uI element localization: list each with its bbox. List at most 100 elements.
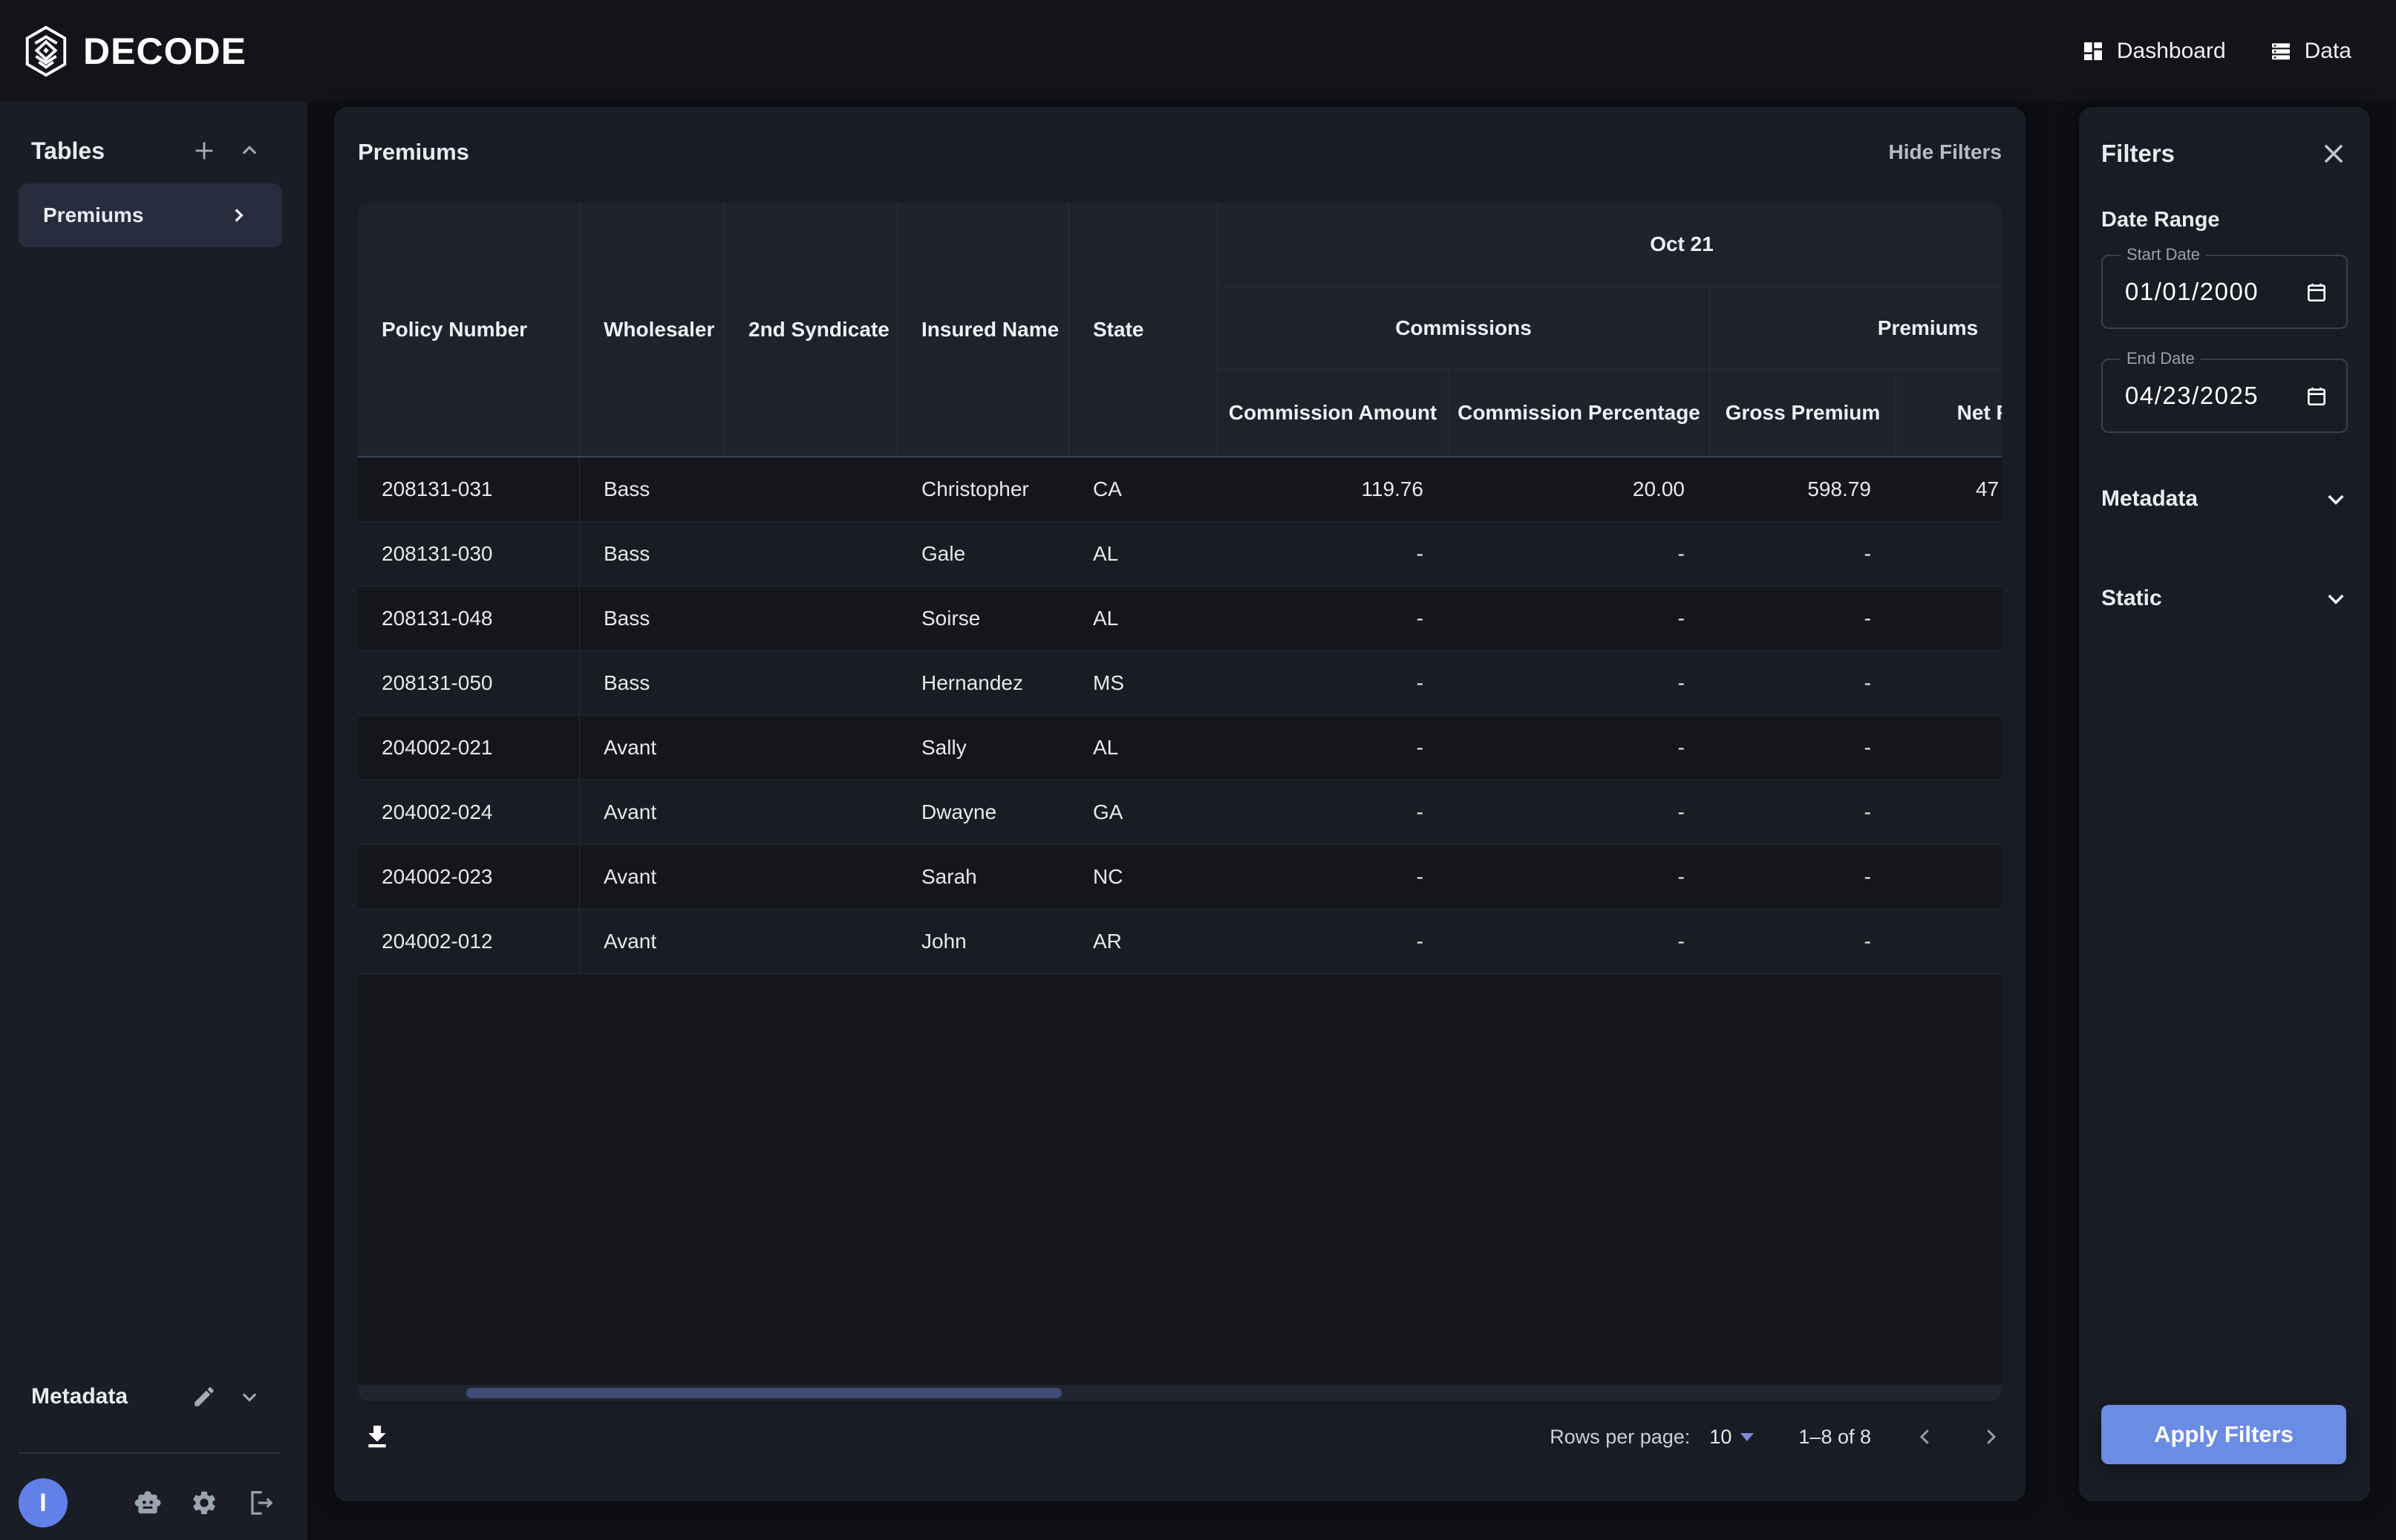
table-cell: Avant — [580, 845, 725, 909]
assistant-robot-icon[interactable] — [134, 1489, 162, 1517]
column-header[interactable]: Policy Number — [358, 203, 580, 456]
table-cell: AL — [1069, 522, 1218, 586]
group-header-oct21[interactable]: Oct 21 — [1218, 203, 2002, 287]
column-header[interactable]: Insured Name — [898, 203, 1069, 456]
subgroup-header-commissions[interactable]: Commissions — [1218, 287, 1710, 370]
calendar-icon[interactable] — [2305, 385, 2328, 408]
nav-data[interactable]: Data — [2269, 39, 2351, 64]
calendar-icon[interactable] — [2305, 281, 2328, 304]
table-cell — [1896, 651, 2002, 715]
add-table-icon[interactable] — [192, 138, 217, 163]
apply-filters-button[interactable]: Apply Filters — [2101, 1405, 2346, 1464]
table-cell: CA — [1069, 457, 1218, 521]
table-row[interactable]: 204002-012AvantJohnAR--- — [358, 910, 2002, 974]
table-cell: 204002-021 — [358, 716, 580, 780]
table-cell: AL — [1069, 587, 1218, 650]
table-cell: - — [1710, 651, 1896, 715]
table-cell: Dwayne — [898, 780, 1069, 844]
chevron-down-icon — [2324, 587, 2348, 610]
premiums-card: Premiums Hide Filters Policy NumberWhole… — [334, 107, 2025, 1501]
avatar-initial: I — [39, 1489, 46, 1518]
table-cell — [725, 910, 898, 973]
column-header[interactable]: Net Premium — [1896, 370, 2002, 456]
chevron-down-icon — [2324, 487, 2348, 511]
column-header[interactable]: Commission Percentage — [1449, 370, 1710, 456]
sidebar-item-label: Premiums — [43, 203, 143, 227]
sidebar-divider — [19, 1452, 281, 1454]
hide-filters-button[interactable]: Hide Filters — [1889, 140, 2002, 164]
logout-icon[interactable] — [247, 1489, 275, 1517]
table-cell: - — [1710, 780, 1896, 844]
table-cell — [1896, 780, 2002, 844]
user-avatar[interactable]: I — [19, 1478, 68, 1527]
table-body: 208131-031BassChristopherCA119.7620.0059… — [358, 456, 2002, 974]
chevron-right-icon — [229, 206, 248, 225]
table-cell — [725, 651, 898, 715]
table-cell: Sally — [898, 716, 1069, 780]
table-row[interactable]: 208131-048BassSoirseAL--- — [358, 587, 2002, 651]
table-cell — [725, 522, 898, 586]
sidebar-item-premiums[interactable]: Premiums — [19, 183, 282, 247]
rows-per-page-value[interactable]: 10 — [1709, 1426, 1731, 1449]
table-cell: - — [1218, 780, 1449, 844]
rows-per-page-caret-icon[interactable] — [1740, 1433, 1754, 1441]
table-cell: AR — [1069, 910, 1218, 973]
metadata-header: Metadata — [31, 1384, 128, 1409]
table-cell: Gale — [898, 522, 1069, 586]
table-cell: - — [1710, 716, 1896, 780]
column-header[interactable]: Gross Premium — [1710, 370, 1896, 456]
table-cell: 208131-031 — [358, 457, 580, 521]
end-date-field[interactable]: End Date 04/23/2025 — [2101, 359, 2348, 433]
table-cell — [725, 845, 898, 909]
column-header[interactable]: 2nd Syndicate — [725, 203, 898, 456]
filters-panel: Filters Date Range Start Date 01/01/2000… — [2079, 107, 2370, 1501]
table-cell — [725, 457, 898, 521]
table-row[interactable]: 204002-021AvantSallyAL--- — [358, 716, 2002, 780]
horizontal-scrollbar[interactable] — [358, 1385, 2002, 1401]
start-date-value[interactable]: 01/01/2000 — [2103, 278, 2259, 306]
table-cell: 204002-024 — [358, 780, 580, 844]
table-cell: Avant — [580, 780, 725, 844]
download-icon[interactable] — [362, 1422, 392, 1452]
column-header[interactable]: State — [1069, 203, 1218, 456]
next-page-icon[interactable] — [1979, 1426, 2002, 1448]
expand-metadata-icon[interactable] — [239, 1386, 260, 1407]
table-cell: - — [1449, 716, 1710, 780]
table-cell — [725, 716, 898, 780]
table-cell: - — [1218, 845, 1449, 909]
table-cell: Christopher — [898, 457, 1069, 521]
close-filters-icon[interactable] — [2320, 140, 2348, 168]
static-section-toggle[interactable]: Static — [2101, 584, 2348, 613]
table-cell: - — [1218, 716, 1449, 780]
column-header[interactable]: Commission Amount — [1218, 370, 1449, 456]
table-row[interactable]: 208131-030BassGaleAL--- — [358, 522, 2002, 587]
settings-gear-icon[interactable] — [190, 1489, 218, 1517]
table-cell: 20.00 — [1449, 457, 1710, 521]
table-row[interactable]: 208131-050BassHernandezMS--- — [358, 651, 2002, 716]
table-row[interactable]: 204002-024AvantDwayneGA--- — [358, 780, 2002, 845]
table-cell — [1896, 716, 2002, 780]
table-row[interactable]: 204002-023AvantSarahNC--- — [358, 845, 2002, 910]
table-row[interactable]: 208131-031BassChristopherCA119.7620.0059… — [358, 457, 2002, 522]
top-nav: Dashboard Data — [2081, 39, 2396, 64]
brand-name: DECODE — [83, 30, 247, 73]
table-cell: Avant — [580, 716, 725, 780]
edit-metadata-icon[interactable] — [192, 1384, 217, 1409]
table-cell — [725, 780, 898, 844]
table-cell: - — [1218, 910, 1449, 973]
subgroup-header-premiums[interactable]: Premiums — [1710, 287, 2002, 370]
end-date-value[interactable]: 04/23/2025 — [2103, 382, 2259, 410]
nav-data-label: Data — [2305, 39, 2351, 64]
table-cell: 47 — [1896, 457, 2002, 521]
scrollbar-thumb[interactable] — [466, 1388, 1062, 1398]
nav-dashboard[interactable]: Dashboard — [2081, 39, 2226, 64]
filters-title: Filters — [2101, 140, 2175, 168]
table-cell — [1896, 910, 2002, 973]
rows-per-page-label: Rows per page: — [1550, 1426, 1690, 1449]
metadata-section-toggle[interactable]: Metadata — [2101, 485, 2348, 513]
start-date-field[interactable]: Start Date 01/01/2000 — [2101, 255, 2348, 329]
previous-page-icon[interactable] — [1914, 1426, 1936, 1448]
collapse-tables-icon[interactable] — [239, 140, 260, 161]
column-header[interactable]: Wholesaler — [580, 203, 725, 456]
table-cell: - — [1449, 651, 1710, 715]
